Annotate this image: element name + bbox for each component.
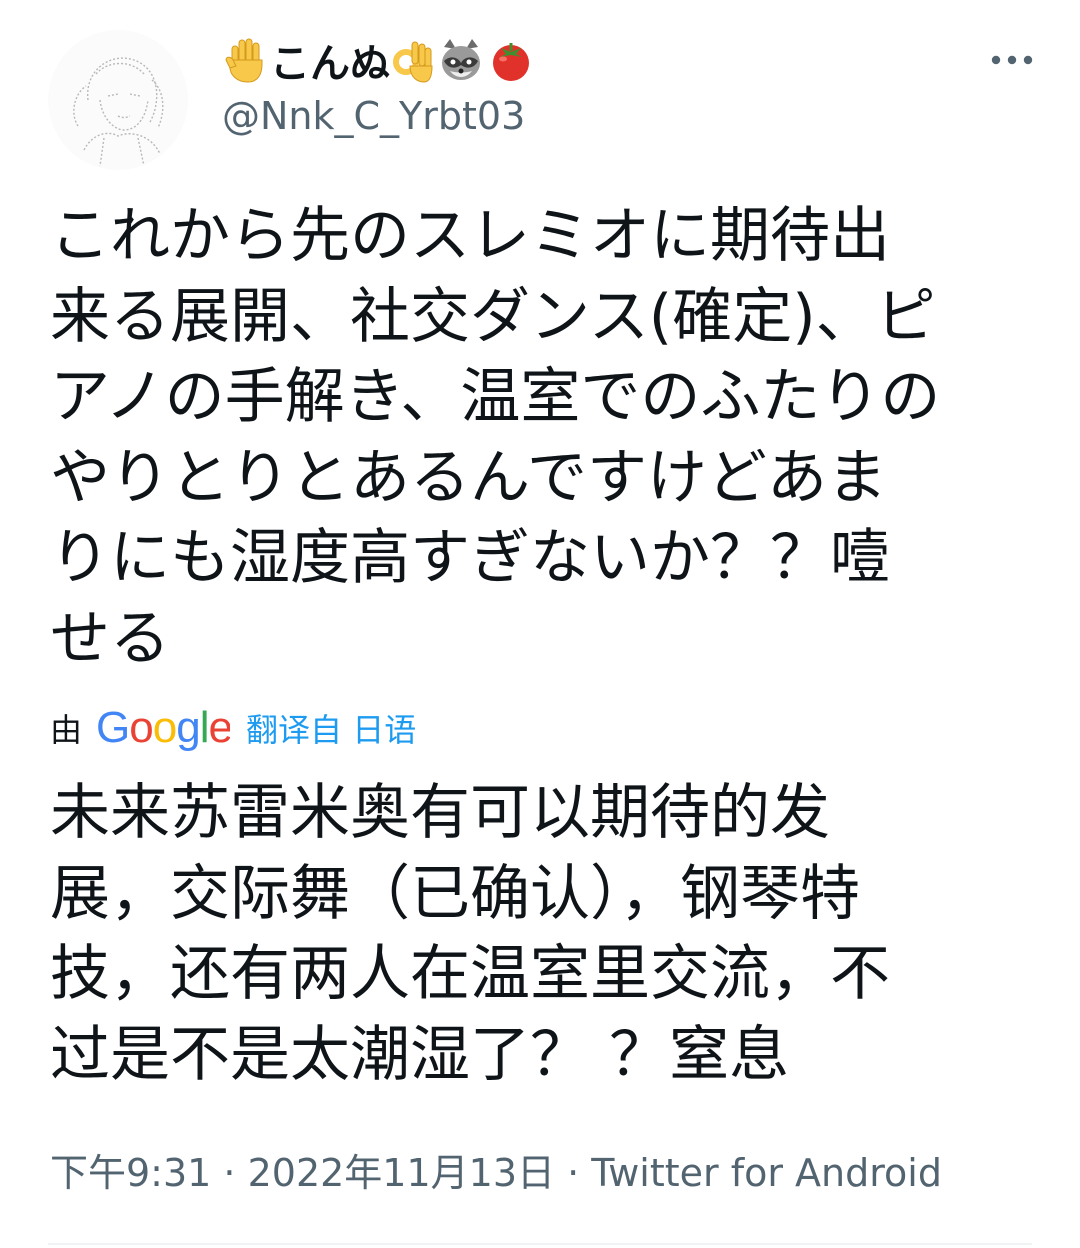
- meta-separator: ·: [211, 1151, 248, 1195]
- raised-hand-emoji: [224, 36, 268, 84]
- translated-text: 未来苏雷米奥有可以期待的发 展，交际舞（已确认），钢琴特 技，还有两人在温室里交…: [50, 778, 890, 1090]
- display-name[interactable]: こんぬ: [222, 32, 536, 88]
- svg-text:Google: Google: [96, 704, 230, 752]
- tweet-text: これから先のスレミオに期待出 来る展開、社交ダンス(確定)、ピ アノの手解き、温…: [50, 201, 941, 674]
- translated-by-label: 由: [50, 711, 83, 749]
- raccoon-emoji: [438, 37, 484, 83]
- google-logo-letter: l: [200, 704, 209, 752]
- display-name-text: こんぬ: [270, 41, 390, 87]
- google-logo-letter: o: [153, 704, 176, 752]
- tweet-time[interactable]: 下午9:31: [50, 1151, 211, 1195]
- author-handle[interactable]: @Nnk_C_Yrbt03: [222, 94, 525, 138]
- more-button[interactable]: [984, 40, 1040, 80]
- divider: [48, 1243, 1032, 1245]
- google-logo: Google: [96, 704, 230, 752]
- tomato-emoji: [488, 37, 534, 83]
- tweet-date[interactable]: 2022年11月13日: [248, 1151, 555, 1195]
- google-logo-letter: g: [176, 704, 199, 752]
- avatar[interactable]: [48, 30, 188, 170]
- avatar-sketch-image: [73, 57, 164, 167]
- translated-from-japanese-link[interactable]: 翻译自 日语: [246, 705, 416, 751]
- translation-attribution: 由 Google 翻译自 日语: [50, 700, 416, 756]
- meta-separator: ·: [555, 1151, 592, 1195]
- more-horizontal-icon: [991, 55, 1033, 65]
- google-logo-letter: e: [208, 704, 230, 752]
- google-logo-letter: G: [96, 704, 129, 752]
- google-logo-letter: o: [129, 704, 152, 752]
- ok-hand-emoji: [392, 36, 434, 84]
- tweet-source[interactable]: Twitter for Android: [591, 1151, 942, 1195]
- tweet-metadata: 下午9:31 · 2022年11月13日 · Twitter for Andro…: [50, 1142, 942, 1197]
